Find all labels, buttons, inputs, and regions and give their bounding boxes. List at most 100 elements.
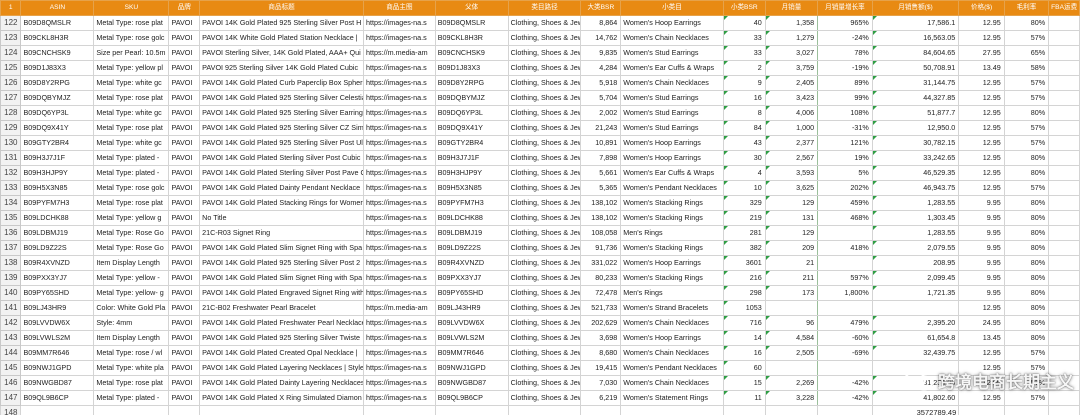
table-cell[interactable]: 33 [722,30,766,46]
table-row[interactable]: 125 B09D1J83X3 Metal Type: yellow pl PAVOI P… [0,60,1080,76]
table-cell[interactable]: 21C-B02 Freshwater Pearl Bracelet [199,300,365,316]
column-header[interactable]: 毛利率 [1003,0,1050,16]
table-cell[interactable]: PAVOI [168,60,201,76]
table-cell[interactable]: PAVOI [168,75,201,91]
table-cell[interactable]: 3,593 [764,165,819,181]
table-cell[interactable]: https://images-na.s [363,330,436,346]
table-cell[interactable]: 1,283.55 [871,195,960,211]
table-cell[interactable]: 9.95 [958,285,1005,301]
row-number[interactable]: 144 [0,345,22,361]
table-cell[interactable]: PAVOI [168,180,201,196]
column-header[interactable]: 父体 [434,0,509,16]
table-cell[interactable]: 14,762 [580,30,622,46]
table-cell[interactable] [434,405,509,415]
table-cell[interactable]: 4,284 [580,60,622,76]
table-cell[interactable]: PAVOI [168,240,201,256]
table-cell[interactable]: Women's Chain Necklaces [620,345,724,361]
table-cell[interactable]: Metal Type: yellow g [93,210,170,226]
table-cell[interactable]: Metal Type: Rose Go [93,225,170,241]
table-cell[interactable]: Clothing, Shoes & Jewelry [507,330,582,346]
table-cell[interactable]: 1,279 [764,30,819,46]
table-cell[interactable]: B09DQBYMJZ [20,90,95,106]
row-number[interactable]: 147 [0,390,22,406]
table-row[interactable]: 134 B09PYFM7H3 Metal Type: rose plat PAVOI P… [0,195,1080,211]
table-cell[interactable]: https://images-na.s [363,360,436,376]
table-row[interactable]: 144 B09MM7R646 Metal Type: rose / wl PAVOI P… [0,345,1080,361]
table-cell[interactable] [620,405,724,415]
table-cell[interactable]: https://images-na.s [363,195,436,211]
table-cell[interactable]: 57% [1003,360,1050,376]
table-cell[interactable]: 80% [1003,15,1050,31]
table-cell[interactable]: Clothing, Shoes & Jewelry [507,150,582,166]
row-number[interactable]: 140 [0,285,22,301]
table-cell[interactable]: 8,680 [580,345,622,361]
table-cell[interactable]: https://images-na.s [363,75,436,91]
table-cell[interactable]: 2 [722,60,766,76]
total-row[interactable]: 148 3572789.49 [0,405,1080,415]
table-cell[interactable]: 138,102 [580,195,622,211]
table-cell[interactable]: 12.95 [958,105,1005,121]
table-cell[interactable]: 12.95 [958,390,1005,406]
table-cell[interactable]: PAVOI 14K Gold Plated 925 Sterling Silve… [199,330,365,346]
table-row[interactable]: 138 B09R4XVNZD Item Display Length PAVOI PAV… [0,255,1080,271]
table-cell[interactable]: 298 [722,285,766,301]
table-cell[interactable]: 12.95 [958,180,1005,196]
table-cell[interactable]: 16,563.05 [871,30,960,46]
table-cell[interactable] [93,405,170,415]
table-cell[interactable]: Women's Pendant Necklaces [620,180,724,196]
table-cell[interactable]: PAVOI 14K Gold Plated Sterling Silver Po… [199,150,365,166]
row-number-header[interactable]: 1 [0,0,22,16]
table-cell[interactable]: B09PYFM7H3 [20,195,95,211]
table-cell[interactable]: 2,099.45 [871,270,960,286]
table-cell[interactable] [1048,270,1080,286]
table-cell[interactable]: 84 [722,120,766,136]
table-cell[interactable]: 80% [1003,165,1050,181]
table-cell[interactable]: 3,423 [764,90,819,106]
table-cell[interactable]: PAVOI 14K Gold Plated 925 Sterling Silve… [199,15,365,31]
table-cell[interactable]: Metal Type: rose plat [93,15,170,31]
table-cell[interactable]: PAVOI [168,225,201,241]
table-cell[interactable]: PAVOI 14K Gold Plated Sterling Silver Po… [199,165,365,181]
table-cell[interactable]: PAVOI [168,165,201,181]
table-cell[interactable]: Color: White Gold Pla [93,300,170,316]
table-cell[interactable] [1048,195,1080,211]
table-cell[interactable]: Size per Pearl: 10.5m [93,45,170,61]
table-cell[interactable]: 12.95 [958,165,1005,181]
table-cell[interactable]: 108,058 [580,225,622,241]
table-cell[interactable]: Women's Hoop Earrings [620,150,724,166]
table-cell[interactable]: PAVOI [168,120,201,136]
table-cell[interactable]: PAVOI 14K Gold Plated 925 Sterling Silve… [199,135,365,151]
table-cell[interactable]: 80,233 [580,270,622,286]
table-cell[interactable]: https://images-na.s [363,90,436,106]
table-cell[interactable] [1048,255,1080,271]
table-cell[interactable]: PAVOI 14K Gold Plated Dainty Pendant Nec… [199,180,365,196]
table-cell[interactable]: 521,733 [580,300,622,316]
table-cell[interactable]: 60 [722,360,766,376]
table-cell[interactable]: 80% [1003,300,1050,316]
table-cell[interactable]: Women's Stacking Rings [620,195,724,211]
table-cell[interactable]: PAVOI [168,255,201,271]
table-cell[interactable]: 9.95 [958,255,1005,271]
table-cell[interactable]: 3,625 [764,180,819,196]
table-cell[interactable]: Clothing, Shoes & Jewelry [507,255,582,271]
table-cell[interactable]: PAVOI 925 Sterling Silver 14K Gold Plate… [199,60,365,76]
table-cell[interactable] [1048,135,1080,151]
table-cell[interactable]: https://images-na.s [363,120,436,136]
table-cell[interactable]: B09LD9Z22S [20,240,95,256]
table-cell[interactable]: Metal Type: rose golc [93,180,170,196]
table-cell[interactable]: 14 [722,330,766,346]
table-cell[interactable]: Clothing, Shoes & Jewelry [507,270,582,286]
table-cell[interactable]: No Title [199,210,365,226]
table-cell[interactable] [817,300,873,316]
table-cell[interactable]: B09PY65SHD [20,285,95,301]
table-row[interactable]: 129 B09DQ9X41Y Metal Type: rose plat PAVOI P… [0,120,1080,136]
table-cell[interactable] [1048,90,1080,106]
table-cell[interactable] [1048,30,1080,46]
row-number[interactable]: 135 [0,210,22,226]
row-number[interactable]: 142 [0,315,22,331]
table-cell[interactable]: 80% [1003,330,1050,346]
table-cell[interactable] [817,405,873,415]
table-cell[interactable]: 1,283.55 [871,225,960,241]
table-cell[interactable]: B09H3J7J1F [20,150,95,166]
table-row[interactable]: 136 B09LDBMJ19 Metal Type: Rose Go PAVOI 21C… [0,225,1080,241]
